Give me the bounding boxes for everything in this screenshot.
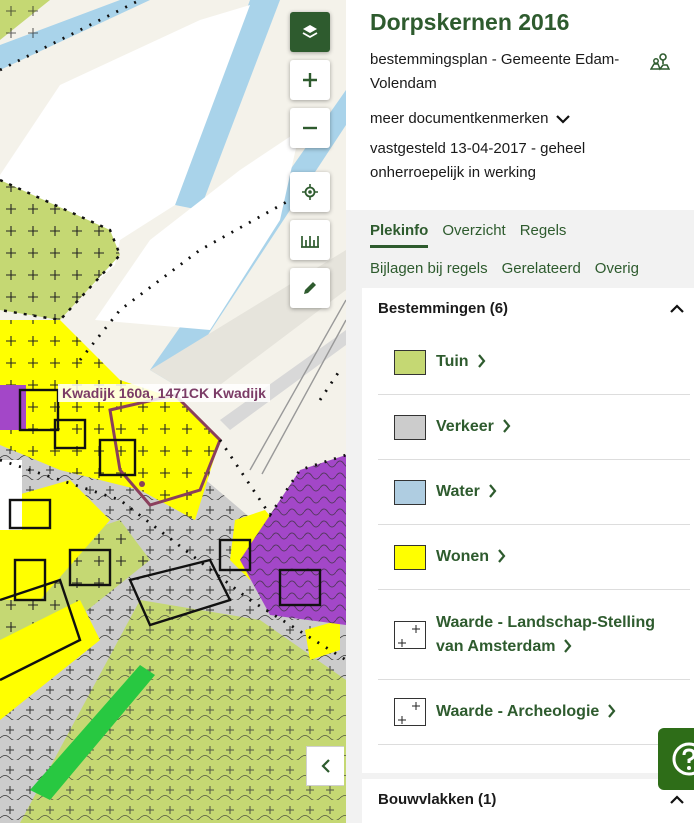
collapse-panel-button[interactable] [306,746,344,786]
more-document-details-label: meer documentkenmerken [370,110,549,127]
bestemming-verkeer[interactable]: Verkeer [378,395,690,460]
zoom-out-button[interactable] [290,108,330,148]
chevron-right-icon [498,549,506,563]
document-title: Dorpskernen 2016 [370,9,570,35]
bestemming-wonen[interactable]: Wonen [378,525,690,590]
minus-icon [303,126,317,130]
layers-icon [302,25,318,39]
verkeer-swatch [394,414,426,440]
bestemming-label: Waarde - Landschap-Stelling van Amsterda… [436,613,655,655]
chevron-up-icon [670,303,684,313]
bouwvlakken-title: Bouwvlakken (1) [378,791,497,808]
pencil-icon [304,282,316,294]
tab-gerelateerd[interactable]: Gerelateerd [502,260,581,283]
bestemmingen-title: Bestemmingen (6) [378,300,509,317]
chevron-right-icon [477,354,486,368]
chevron-right-icon [608,704,616,718]
zoom-in-button[interactable] [290,60,330,100]
layers-button[interactable] [290,12,330,52]
document-subtitle: bestemmingsplan - Gemeente Edam-Volendam [370,51,620,92]
tab-overzicht[interactable]: Overzicht [442,222,505,248]
tabs-row-1: Plekinfo Overzicht Regels [346,222,694,248]
question-mark-icon [672,742,694,776]
bestemming-waarde-landschap[interactable]: Waarde - Landschap-Stelling van Amsterda… [378,590,690,680]
water-swatch [394,479,426,505]
help-button[interactable] [658,728,694,790]
landschap-swatch [394,620,426,649]
bouwvlakken-card: Bouwvlakken (1) [362,779,694,823]
archeologie-swatch [394,698,426,726]
document-header: Dorpskernen 2016 bestemmingsplan - Gemee… [346,0,694,210]
draw-button[interactable] [290,268,330,308]
tabs-row-2: Bijlagen bij regels Gerelateerd Overig [346,260,694,283]
document-status: vastgesteld 13-04-2017 - geheel onherroe… [370,140,586,181]
bestemming-label: Verkeer [436,418,494,435]
tab-regels[interactable]: Regels [520,222,567,248]
bestemming-label: Water [436,483,480,500]
measure-button[interactable] [290,220,330,260]
locate-icon [302,184,318,200]
chevron-up-icon [670,794,684,804]
bestemming-waarde-archeologie[interactable]: Waarde - Archeologie [378,680,690,745]
chevron-right-icon [489,484,497,498]
tuin-swatch [394,349,426,375]
wonen-swatch [394,544,426,570]
chevron-right-icon [564,638,572,653]
map-pin-people-icon[interactable] [650,51,670,71]
bestemming-label: Wonen [436,548,490,565]
locate-button[interactable] [290,172,330,212]
bestemming-tuin[interactable]: Tuin [378,330,690,395]
plus-icon [303,73,317,87]
ruler-icon [301,236,319,248]
info-panel: Dorpskernen 2016 bestemmingsplan - Gemee… [346,0,694,823]
bestemming-label: Tuin [436,353,469,370]
tab-bijlagen[interactable]: Bijlagen bij regels [370,260,488,283]
bestemming-water[interactable]: Water [378,460,690,525]
address-label: Kwadijk 160a, 1471CK Kwadijk [58,384,270,402]
chevron-right-icon [502,419,511,433]
tab-plekinfo[interactable]: Plekinfo [370,222,429,248]
bouwvlakken-header[interactable]: Bouwvlakken (1) [362,779,694,808]
more-document-details-toggle[interactable]: meer documentkenmerken [370,110,670,127]
chevron-down-icon [556,114,571,124]
bestemmingen-card: Bestemmingen (6) Tuin Verkeer Water Wone… [362,288,694,773]
map-view[interactable]: Kwadijk 160a, 1471CK Kwadijk [0,0,346,823]
tab-overig[interactable]: Overig [595,260,639,283]
chevron-left-icon [320,759,330,773]
bestemming-label: Waarde - Archeologie [436,703,600,720]
bestemmingen-header[interactable]: Bestemmingen (6) [362,288,694,317]
